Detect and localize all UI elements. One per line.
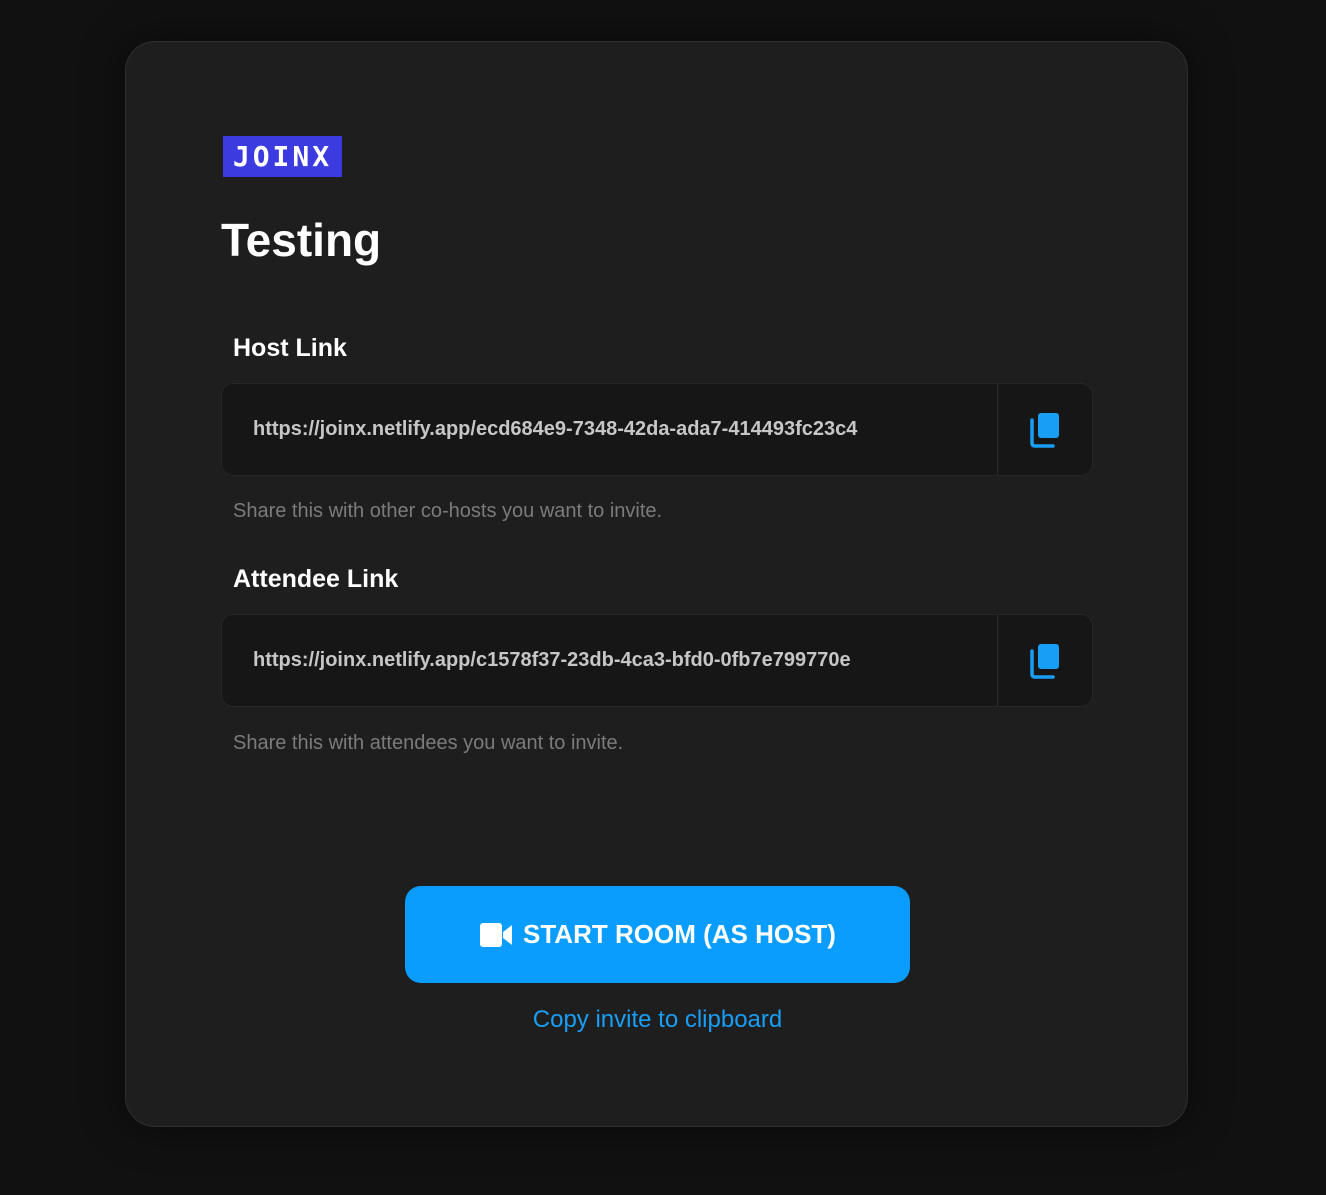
attendee-link-label: Attendee Link (233, 565, 399, 593)
copy-invite-link[interactable]: Copy invite to clipboard (405, 1005, 910, 1035)
host-link-field: https://joinx.netlify.app/ecd684e9-7348-… (221, 383, 1093, 476)
host-link-url[interactable]: https://joinx.netlify.app/ecd684e9-7348-… (222, 384, 997, 475)
room-card: JOINX Testing Host Link https://joinx.ne… (125, 41, 1188, 1127)
attendee-link-field: https://joinx.netlify.app/c1578f37-23db-… (221, 614, 1093, 707)
host-link-help: Share this with other co-hosts you want … (233, 500, 663, 522)
start-room-button[interactable]: START ROOM (AS HOST) (405, 886, 910, 983)
attendee-link-url[interactable]: https://joinx.netlify.app/c1578f37-23db-… (222, 615, 997, 706)
copy-attendee-link-button[interactable] (997, 615, 1092, 706)
host-link-label: Host Link (233, 334, 347, 362)
copy-icon (1030, 643, 1059, 679)
video-camera-icon (480, 922, 513, 947)
start-room-label: START ROOM (AS HOST) (523, 919, 836, 949)
copy-icon (1030, 412, 1059, 448)
attendee-link-help: Share this with attendees you want to in… (233, 732, 624, 754)
joinx-logo: JOINX (223, 136, 342, 177)
copy-host-link-button[interactable] (997, 384, 1092, 475)
page-title: Testing (221, 214, 382, 266)
